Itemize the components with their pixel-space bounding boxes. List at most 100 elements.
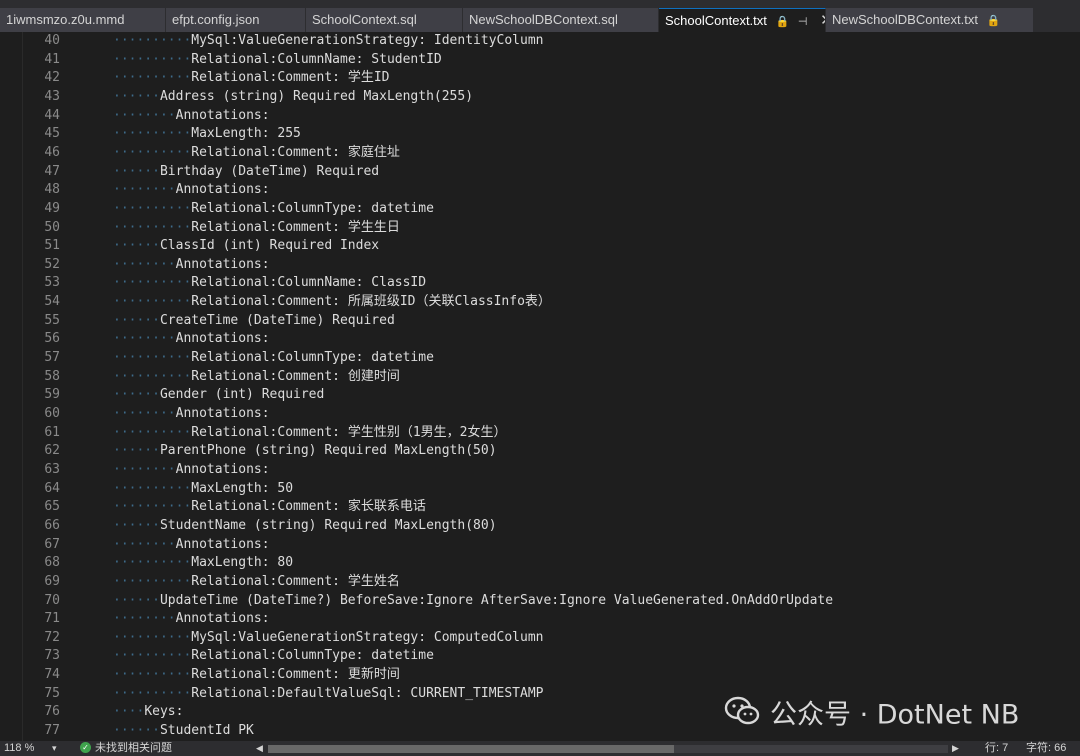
whitespace-marker: ········ — [113, 611, 176, 627]
code-line[interactable]: ········Annotations: — [113, 330, 270, 349]
zoom-value: 118 % — [4, 742, 35, 754]
line-number: 50 — [44, 219, 60, 235]
code-line[interactable]: ··········Relational:ColumnName: Student… — [113, 51, 442, 70]
issues-status[interactable]: ✓ 未找到相关问题 — [80, 741, 172, 756]
code-line[interactable]: ······ClassId (int) Required Index — [113, 237, 379, 256]
code-text: StudentId PK — [159, 723, 254, 739]
horizontal-scrollbar[interactable] — [268, 745, 948, 753]
code-line[interactable]: ··········Relational:ColumnType: datetim… — [113, 647, 434, 666]
code-line[interactable]: ········Annotations: — [113, 256, 270, 275]
code-line[interactable]: ··········Relational:ColumnType: datetim… — [113, 349, 434, 368]
line-number: 73 — [44, 648, 60, 664]
tab-schoolcontext-sql[interactable]: SchoolContext.sql — [306, 8, 463, 32]
whitespace-marker: ·········· — [113, 629, 192, 645]
code-line[interactable]: ··········Relational:Comment: 学生ID — [113, 69, 389, 88]
code-line[interactable]: ········Annotations: — [113, 107, 270, 126]
code-line[interactable]: ······UpdateTime (DateTime?) BeforeSave:… — [113, 592, 833, 611]
code-text: Relational:Comment: 所属班级ID（关联ClassInfo表） — [191, 294, 551, 310]
code-text: Relational:Comment: 更新时间 — [191, 667, 400, 683]
code-text: Relational:Comment: 创建时间 — [191, 368, 400, 384]
code-line[interactable]: ······Birthday (DateTime) Required — [113, 163, 379, 182]
lock-icon: 🔒 — [986, 15, 1001, 27]
line-number: 46 — [44, 144, 60, 160]
code-line[interactable]: ··········Relational:DefaultValueSql: CU… — [113, 685, 543, 704]
whitespace-marker: ·········· — [113, 499, 192, 515]
line-number: 67 — [44, 536, 60, 552]
code-line[interactable]: ··········MaxLength: 80 — [113, 554, 293, 573]
line-number: 65 — [44, 499, 60, 515]
whitespace-marker: ······ — [113, 238, 160, 254]
code-line[interactable]: ····Keys: — [113, 703, 183, 722]
line-number: 60 — [44, 406, 60, 421]
whitespace-marker: ········ — [113, 107, 176, 123]
line-number: 63 — [44, 461, 60, 477]
check-circle-icon: ✓ — [80, 741, 91, 753]
code-line[interactable]: ··········MySql:ValueGenerationStrategy:… — [113, 32, 543, 51]
tab-efpt-config[interactable]: efpt.config.json — [166, 8, 306, 32]
code-text: StudentName (string) Required MaxLength(… — [159, 517, 497, 533]
code-editor[interactable]: 40 ··········MySql:ValueGenerationStrateg… — [0, 32, 1080, 741]
code-line[interactable]: ··········Relational:Comment: 家庭住址 — [113, 144, 400, 163]
whitespace-marker: ······ — [113, 88, 160, 104]
code-line[interactable]: ··········Relational:Comment: 家长联系电话 — [113, 498, 426, 517]
code-text: MaxLength: 80 — [191, 555, 294, 571]
pin-icon[interactable]: ⊣ — [798, 10, 808, 32]
code-line[interactable]: ··········Relational:Comment: 所属班级ID（关联C… — [113, 293, 551, 312]
code-line[interactable]: ········Annotations: — [113, 461, 270, 480]
tab-label: efpt.config.json — [172, 12, 260, 27]
code-line[interactable]: ··········Relational:Comment: 学生姓名 — [113, 573, 400, 592]
line-number: 76 — [44, 704, 60, 720]
line-number: 54 — [44, 294, 60, 310]
tab-newschooldbcontext-txt[interactable]: NewSchoolDBContext.txt 🔒 — [826, 8, 1034, 32]
code-line[interactable]: ··········MySql:ValueGenerationStrategy:… — [113, 629, 543, 648]
whitespace-marker: ········ — [113, 461, 176, 477]
line-number: 43 — [44, 88, 60, 104]
code-line[interactable]: ······ParentPhone (string) Required MaxL… — [113, 442, 497, 461]
code-text: ClassId (int) Required Index — [159, 238, 380, 254]
whitespace-marker: ······ — [113, 443, 160, 459]
code-line[interactable]: ········Annotations: — [113, 536, 270, 555]
scroll-left-icon[interactable]: ◀ — [256, 741, 263, 756]
code-line[interactable]: ······Gender (int) Required — [113, 386, 324, 405]
issues-text: 未找到相关问题 — [95, 742, 172, 754]
code-line[interactable]: ··········Relational:Comment: 学生性别（1男生，2… — [113, 424, 506, 443]
line-number: 53 — [44, 275, 60, 291]
whitespace-marker: ·········· — [113, 648, 192, 664]
code-line[interactable]: ··········MaxLength: 255 — [113, 125, 301, 144]
code-text: Annotations: — [175, 536, 270, 552]
code-line[interactable]: ········Annotations: — [113, 181, 270, 200]
code-line[interactable]: ······StudentName (string) Required MaxL… — [113, 517, 497, 536]
code-line[interactable]: ······CreateTime (DateTime) Required — [113, 312, 395, 331]
code-line[interactable]: ··········Relational:Comment: 创建时间 — [113, 368, 400, 387]
tab-mmd[interactable]: 1iwmsmzo.z0u.mmd — [0, 8, 166, 32]
code-text: Keys: — [144, 704, 184, 720]
line-number: 71 — [44, 611, 60, 627]
code-line[interactable]: ··········Relational:ColumnName: ClassID — [113, 274, 426, 293]
code-line[interactable]: ··········Relational:Comment: 更新时间 — [113, 666, 400, 685]
line-number: 44 — [44, 107, 60, 123]
code-text: Relational:Comment: 家庭住址 — [191, 144, 400, 160]
code-text: Annotations: — [175, 256, 270, 272]
wechat-icon — [724, 696, 760, 736]
code-line[interactable]: ········Annotations: — [113, 610, 270, 629]
whitespace-marker: ······ — [113, 312, 160, 328]
code-line[interactable]: ··········MaxLength: 50 — [113, 480, 293, 499]
code-line[interactable]: ··········Relational:Comment: 学生生日 — [113, 219, 400, 238]
code-text: Relational:DefaultValueSql: CURRENT_TIME… — [191, 685, 544, 701]
code-line[interactable]: ··········Relational:ColumnType: datetim… — [113, 200, 434, 219]
tab-newschooldbcontext-sql[interactable]: NewSchoolDBContext.sql — [463, 8, 659, 32]
code-line[interactable]: ········Annotations: — [113, 405, 270, 424]
code-line[interactable]: ······StudentId PK — [113, 722, 254, 741]
line-number: 41 — [44, 51, 60, 67]
whitespace-marker: ·········· — [113, 424, 192, 440]
zoom-select[interactable]: 118 % ▾ — [4, 741, 58, 756]
whitespace-marker: ·········· — [113, 685, 192, 701]
whitespace-marker: ·········· — [113, 667, 192, 683]
code-line[interactable]: ······Address (string) Required MaxLengt… — [113, 88, 473, 107]
whitespace-marker: ·········· — [113, 350, 192, 366]
line-number: 61 — [44, 424, 60, 440]
tab-schoolcontext-txt[interactable]: SchoolContext.txt 🔒 ⊣ ✕ — [659, 8, 826, 32]
scroll-right-icon[interactable]: ▶ — [952, 741, 959, 756]
scrollbar-thumb[interactable] — [268, 745, 674, 753]
line-number: 64 — [44, 480, 60, 496]
